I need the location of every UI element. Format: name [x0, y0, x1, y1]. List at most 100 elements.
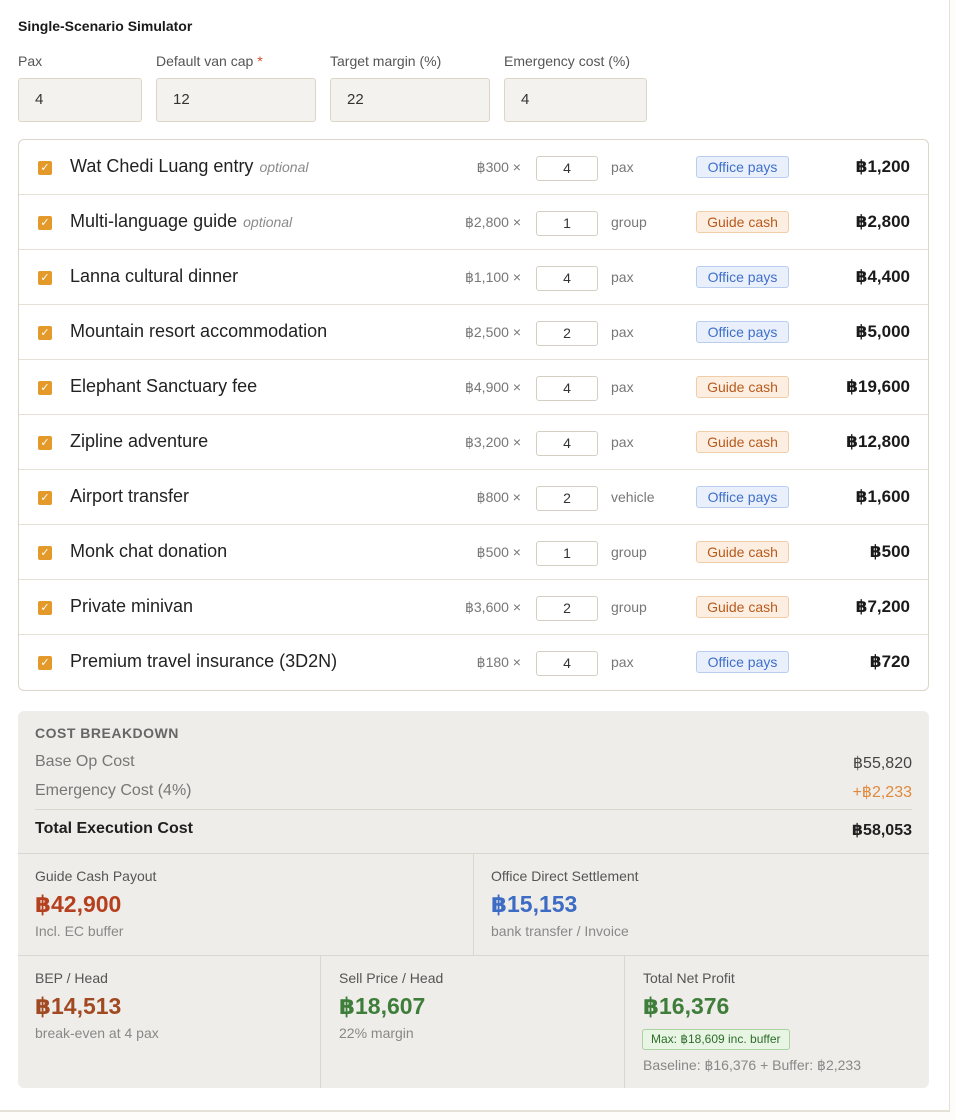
van-cap-label: Default van cap * [156, 53, 263, 69]
simulator-panel: Single-Scenario Simulator Pax Default va… [0, 0, 950, 1112]
optional-tag: optional [243, 214, 293, 230]
guide-cash-payout-value: ฿42,900 [35, 891, 122, 917]
payer-badge[interactable]: Guide cash [696, 596, 789, 618]
emergency-cost-label: Emergency cost (%) [504, 53, 631, 69]
item-name-cell: Private minivan [70, 596, 199, 617]
payer-badge[interactable]: Guide cash [696, 211, 789, 233]
cost-breakdown-heading: COST BREAKDOWN [35, 725, 179, 741]
unit-label: pax [611, 269, 634, 285]
item-name: Private minivan [70, 596, 194, 616]
item-row: ✓ Zipline adventure ฿3,200 × 4 pax Guide… [19, 415, 928, 470]
unit-label: group [611, 599, 647, 615]
unit-label: pax [611, 159, 634, 175]
include-checkbox[interactable]: ✓ [38, 161, 52, 175]
unit-label: pax [611, 324, 634, 340]
payer-badge[interactable]: Guide cash [696, 541, 789, 563]
divider [320, 955, 321, 1088]
item-name-cell: Zipline adventure [70, 431, 214, 452]
unit-label: group [611, 214, 647, 230]
net-profit-sub: Baseline: ฿16,376 + Buffer: ฿2,233 [643, 1057, 861, 1073]
item-name: Airport transfer [70, 486, 190, 506]
quantity-input[interactable]: 4 [536, 156, 598, 181]
line-total: ฿2,800 [855, 212, 910, 231]
total-execution-label: Total Execution Cost [35, 820, 193, 837]
quantity-input[interactable]: 1 [536, 541, 598, 566]
divider [624, 955, 625, 1088]
payer-badge[interactable]: Office pays [696, 321, 789, 343]
emergency-cost-input[interactable]: 4 [504, 78, 647, 122]
payer-badge[interactable]: Guide cash [696, 431, 789, 453]
pax-input[interactable]: 4 [18, 78, 142, 122]
line-total: ฿19,600 [846, 377, 910, 396]
line-total: ฿5,000 [855, 322, 910, 341]
target-margin-input[interactable]: 22 [330, 78, 490, 122]
unit-price: ฿4,900 × [464, 379, 521, 395]
net-profit-label: Total Net Profit [643, 970, 735, 986]
bep-sub: break-even at 4 pax [35, 1025, 159, 1041]
include-checkbox[interactable]: ✓ [38, 491, 52, 505]
unit-price: ฿3,600 × [464, 599, 521, 615]
item-name-cell: Lanna cultural dinner [70, 266, 244, 287]
payer-badge[interactable]: Office pays [696, 156, 789, 178]
base-op-cost-row: Base Op Cost ฿55,820 [35, 753, 912, 772]
emergency-cost-row: Emergency Cost (4%) +฿2,233 [35, 782, 912, 801]
payer-badge[interactable]: Office pays [696, 266, 789, 288]
payer-badge[interactable]: Office pays [696, 651, 789, 673]
item-row: ✓ Private minivan ฿3,600 × 2 group Guide… [19, 580, 928, 635]
item-name-cell: Mountain resort accommodation [70, 321, 333, 342]
base-op-cost-value: ฿55,820 [852, 755, 912, 772]
office-settlement-sub: bank transfer / Invoice [491, 923, 629, 939]
include-checkbox[interactable]: ✓ [38, 271, 52, 285]
unit-price: ฿180 × [476, 654, 521, 670]
item-name: Wat Chedi Luang entry [70, 156, 254, 176]
line-total: ฿1,600 [855, 487, 910, 506]
items-table: ✓ Wat Chedi Luang entry optional ฿300 × 4… [18, 139, 929, 691]
include-checkbox[interactable]: ✓ [38, 546, 52, 560]
quantity-input[interactable]: 4 [536, 431, 598, 456]
divider [35, 809, 912, 810]
include-checkbox[interactable]: ✓ [38, 601, 52, 615]
optional-tag: optional [259, 159, 309, 175]
max-profit-badge: Max: ฿18,609 inc. buffer [642, 1029, 790, 1050]
unit-label: pax [611, 379, 634, 395]
line-total: ฿720 [869, 652, 910, 671]
item-name-cell: Premium travel insurance (3D2N) [70, 651, 343, 672]
quantity-input[interactable]: 2 [536, 596, 598, 621]
cost-breakdown: COST BREAKDOWN Base Op Cost ฿55,820 Emer… [18, 711, 929, 1088]
item-name: Elephant Sanctuary fee [70, 376, 258, 396]
net-profit-value: ฿16,376 [643, 993, 730, 1019]
item-name: Premium travel insurance (3D2N) [70, 651, 338, 671]
include-checkbox[interactable]: ✓ [38, 381, 52, 395]
item-name-cell: Elephant Sanctuary fee [70, 376, 263, 397]
unit-price: ฿300 × [476, 159, 521, 175]
include-checkbox[interactable]: ✓ [38, 326, 52, 340]
item-name: Lanna cultural dinner [70, 266, 239, 286]
quantity-input[interactable]: 2 [536, 486, 598, 511]
unit-price: ฿1,100 × [464, 269, 521, 285]
sell-price-sub: 22% margin [339, 1025, 414, 1041]
van-cap-label-text: Default van cap [156, 53, 254, 69]
bep-value: ฿14,513 [35, 993, 122, 1019]
unit-price: ฿500 × [476, 544, 521, 560]
item-name: Monk chat donation [70, 541, 228, 561]
quantity-input[interactable]: 4 [536, 651, 598, 676]
line-total: ฿1,200 [855, 157, 910, 176]
unit-price: ฿800 × [476, 489, 521, 505]
unit-label: pax [611, 434, 634, 450]
line-total: ฿4,400 [855, 267, 910, 286]
office-settlement-label: Office Direct Settlement [491, 868, 639, 884]
unit-price: ฿2,500 × [464, 324, 521, 340]
quantity-input[interactable]: 2 [536, 321, 598, 346]
payer-badge[interactable]: Office pays [696, 486, 789, 508]
include-checkbox[interactable]: ✓ [38, 656, 52, 670]
include-checkbox[interactable]: ✓ [38, 216, 52, 230]
quantity-input[interactable]: 4 [536, 376, 598, 401]
item-name: Zipline adventure [70, 431, 209, 451]
quantity-input[interactable]: 4 [536, 266, 598, 291]
divider [18, 955, 929, 956]
quantity-input[interactable]: 1 [536, 211, 598, 236]
van-cap-input[interactable]: 12 [156, 78, 316, 122]
payer-badge[interactable]: Guide cash [696, 376, 789, 398]
include-checkbox[interactable]: ✓ [38, 436, 52, 450]
guide-cash-payout-sub: Incl. EC buffer [35, 923, 124, 939]
